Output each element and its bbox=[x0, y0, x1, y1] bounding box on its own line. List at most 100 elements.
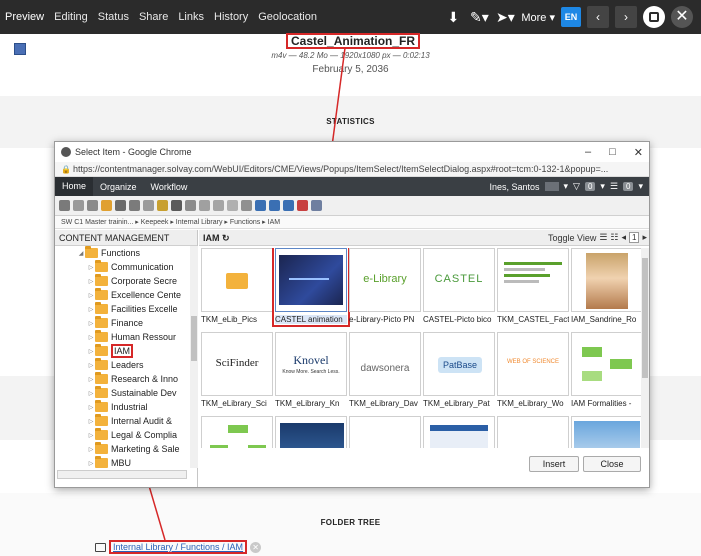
tree-scrollbar[interactable] bbox=[190, 246, 198, 468]
close-button[interactable]: Close bbox=[583, 456, 641, 472]
item-thumbnail[interactable]: CASTEL CASTEL-Picto bico bbox=[423, 248, 495, 330]
scroll-thumb[interactable] bbox=[191, 316, 197, 361]
collapsed-arrow-icon[interactable]: ▷ bbox=[87, 362, 95, 369]
item-thumbnail[interactable] bbox=[423, 416, 495, 448]
lock-icon[interactable] bbox=[227, 200, 238, 211]
icon-toolbar bbox=[55, 196, 649, 216]
item-thumbnail[interactable]: e-Library e-Library-Picto PN bbox=[349, 248, 421, 330]
tree-item[interactable]: ▷ IAM bbox=[55, 344, 190, 358]
open-icon[interactable] bbox=[115, 200, 126, 211]
list-icon[interactable]: ☰ bbox=[610, 181, 618, 192]
item-thumbnail[interactable]: SciFinder TKM_eLibrary_Sci bbox=[201, 332, 273, 414]
properties-icon[interactable] bbox=[129, 200, 140, 211]
item-thumbnail[interactable] bbox=[349, 416, 421, 448]
check-in-icon[interactable] bbox=[199, 200, 210, 211]
tree-item[interactable]: ▷ Corporate Secre bbox=[55, 274, 190, 288]
paste-icon[interactable] bbox=[87, 200, 98, 211]
expanded-arrow-icon[interactable]: ◢ bbox=[77, 250, 85, 257]
tree-item[interactable]: ▷ Communication bbox=[55, 260, 190, 274]
grid-view-icon[interactable]: ☷ bbox=[610, 232, 618, 243]
tree-item[interactable]: ▷ Legal & Complia bbox=[55, 428, 190, 442]
tree-item[interactable]: ◢ Functions bbox=[55, 246, 190, 260]
tree-item[interactable]: ▷ Marketing & Sale bbox=[55, 442, 190, 456]
item-thumbnail[interactable]: WEB OF SCIENCE TKM_eLibrary_Wo bbox=[497, 332, 569, 414]
delete-icon[interactable] bbox=[143, 200, 154, 211]
collapsed-arrow-icon[interactable]: ▷ bbox=[87, 432, 95, 439]
item-thumbnail[interactable] bbox=[497, 416, 569, 448]
collapsed-arrow-icon[interactable]: ▷ bbox=[87, 334, 95, 341]
refresh-icon[interactable]: ↻ bbox=[222, 233, 230, 243]
item-thumbnail[interactable]: Knovel Know More. Search Less. TKM_eLibrar… bbox=[275, 332, 347, 414]
item-thumbnail[interactable]: TKM_eLib_Pics bbox=[201, 248, 273, 330]
tree-list: ◢ Functions ▷ Communication ▷ Corporate Secre… bbox=[55, 246, 190, 468]
collapsed-arrow-icon[interactable]: ▷ bbox=[87, 264, 95, 271]
grid-icon[interactable] bbox=[311, 200, 322, 211]
unpublish-icon[interactable] bbox=[171, 200, 182, 211]
report-icon[interactable] bbox=[297, 200, 308, 211]
item-thumbnail[interactable] bbox=[201, 416, 273, 448]
toggle-view-label[interactable]: Toggle View bbox=[548, 233, 596, 243]
cut-icon[interactable] bbox=[59, 200, 70, 211]
tree-item[interactable]: ▷ Facilities Excelle bbox=[55, 302, 190, 316]
menu-workflow[interactable]: Workflow bbox=[144, 182, 195, 192]
menu-home[interactable]: Home bbox=[55, 177, 94, 196]
search-icon[interactable] bbox=[241, 200, 252, 211]
page-number[interactable]: 1 bbox=[629, 232, 640, 243]
item-thumbnail[interactable]: IAM_Sandrine_Ro bbox=[571, 248, 641, 330]
maximize-icon[interactable]: □ bbox=[609, 146, 616, 158]
tree-item[interactable]: ▷ Excellence Cente bbox=[55, 288, 190, 302]
next-page-icon[interactable]: ▸ bbox=[642, 232, 647, 243]
item-thumbnail[interactable]: TKM_CASTEL_Fact bbox=[497, 248, 569, 330]
dropdown-icon[interactable]: ▾ bbox=[564, 181, 569, 192]
collapsed-arrow-icon[interactable]: ▷ bbox=[87, 404, 95, 411]
dropdown-icon[interactable]: ▾ bbox=[638, 181, 643, 192]
tree-item[interactable]: ▷ Internal Audit & bbox=[55, 414, 190, 428]
tree-hscrollbar[interactable] bbox=[57, 470, 187, 479]
list-view-icon[interactable]: ☰ bbox=[599, 232, 607, 243]
filter-icon[interactable]: ▽ bbox=[573, 181, 580, 192]
item-thumbnail[interactable] bbox=[571, 416, 641, 448]
tree-item[interactable]: ▷ MBU bbox=[55, 456, 190, 468]
user-name[interactable]: Ines, Santos bbox=[489, 182, 539, 192]
minimize-icon[interactable]: – bbox=[585, 146, 591, 158]
collapsed-arrow-icon[interactable]: ▷ bbox=[87, 320, 95, 327]
scroll-thumb[interactable] bbox=[642, 258, 648, 378]
collapsed-arrow-icon[interactable]: ▷ bbox=[87, 460, 95, 467]
publish-icon[interactable] bbox=[157, 200, 168, 211]
select-item-dialog: Select Item - Google Chrome – □ ✕ 🔒 http… bbox=[54, 141, 650, 488]
insert-button[interactable]: Insert bbox=[529, 456, 579, 472]
tree-item[interactable]: ▷ Sustainable Dev bbox=[55, 386, 190, 400]
workflow-icon[interactable] bbox=[255, 200, 266, 211]
item-thumbnail[interactable]: IAM Formalities - bbox=[571, 332, 641, 414]
new-folder-icon[interactable] bbox=[101, 200, 112, 211]
tree-item[interactable]: ▷ Research & Inno bbox=[55, 372, 190, 386]
thumbnail-image bbox=[201, 416, 273, 448]
reject-icon[interactable] bbox=[283, 200, 294, 211]
item-thumbnail[interactable]: PatBase TKM_eLibrary_Pat bbox=[423, 332, 495, 414]
dropdown-icon[interactable]: ▾ bbox=[600, 181, 605, 192]
url-bar[interactable]: 🔒 https://contentmanager.solvay.com/WebU… bbox=[55, 162, 649, 177]
collapsed-arrow-icon[interactable]: ▷ bbox=[87, 348, 95, 355]
grid-scrollbar[interactable] bbox=[641, 248, 649, 448]
item-thumbnail[interactable]: dawsonera TKM_eLibrary_Dav bbox=[349, 332, 421, 414]
collapsed-arrow-icon[interactable]: ▷ bbox=[87, 418, 95, 425]
tree-item[interactable]: ▷ Human Ressour bbox=[55, 330, 190, 344]
check-out-icon[interactable] bbox=[213, 200, 224, 211]
approve-icon[interactable] bbox=[269, 200, 280, 211]
tree-item[interactable]: ▷ Industrial bbox=[55, 400, 190, 414]
collapsed-arrow-icon[interactable]: ▷ bbox=[87, 292, 95, 299]
collapsed-arrow-icon[interactable]: ▷ bbox=[87, 278, 95, 285]
prev-page-icon[interactable]: ◂ bbox=[621, 232, 626, 243]
collapsed-arrow-icon[interactable]: ▷ bbox=[87, 390, 95, 397]
copy-icon[interactable] bbox=[73, 200, 84, 211]
menu-organize[interactable]: Organize bbox=[93, 182, 144, 192]
tree-item[interactable]: ▷ Leaders bbox=[55, 358, 190, 372]
collapsed-arrow-icon[interactable]: ▷ bbox=[87, 446, 95, 453]
collapsed-arrow-icon[interactable]: ▷ bbox=[87, 306, 95, 313]
item-thumbnail[interactable] bbox=[275, 416, 347, 448]
localize-icon[interactable] bbox=[185, 200, 196, 211]
portrait-photo bbox=[586, 253, 628, 309]
collapsed-arrow-icon[interactable]: ▷ bbox=[87, 376, 95, 383]
tree-item[interactable]: ▷ Finance bbox=[55, 316, 190, 330]
close-icon[interactable]: ✕ bbox=[634, 146, 643, 159]
